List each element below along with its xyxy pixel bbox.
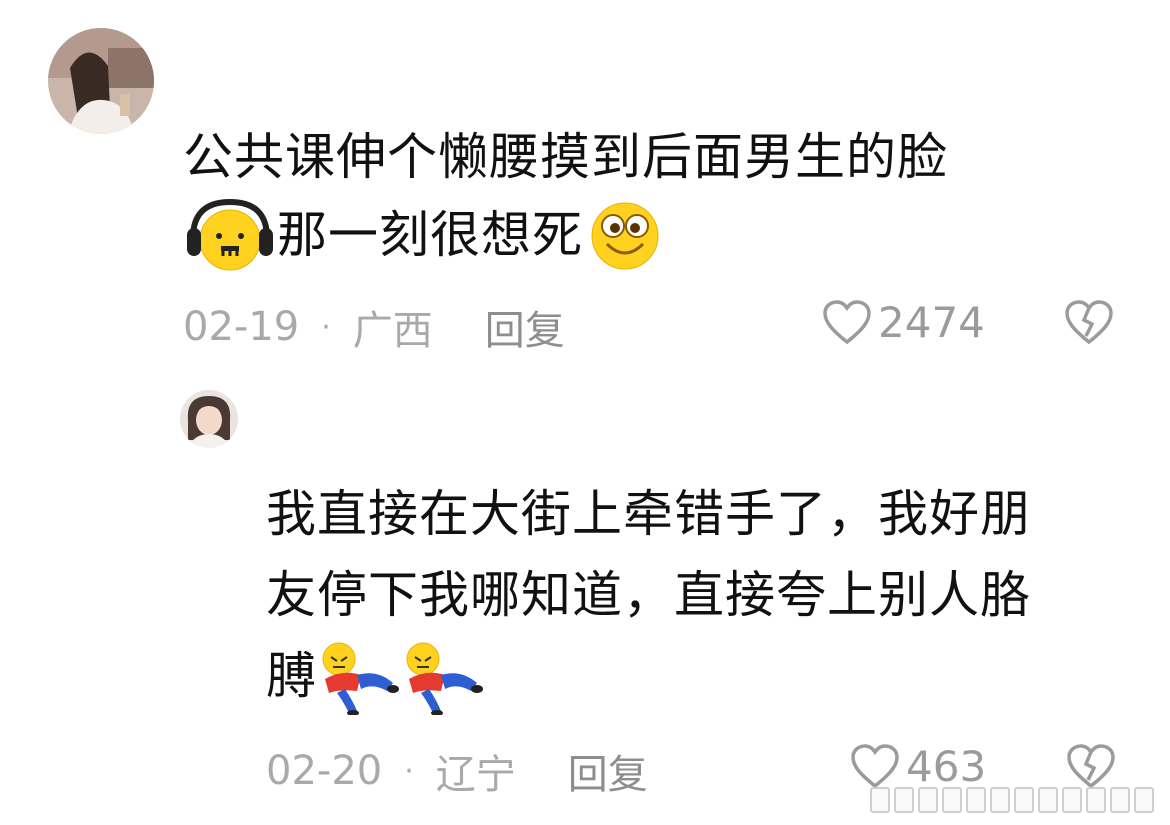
comment-2-location: 辽宁 [435, 752, 516, 798]
avatar-image [180, 390, 238, 448]
broken-heart-icon [1067, 744, 1115, 789]
lying-down-emoji-icon [401, 639, 485, 716]
headphones-face-emoji-icon [183, 198, 277, 272]
comment-1-line-1: 公共课伸个懒腰摸到后面男生的脸 [183, 128, 948, 186]
comment-1-location: 广西 [352, 308, 433, 354]
comment-2-meta: 02-20 · 辽宁 回复 [266, 742, 648, 800]
comment-1-like-count: 2474 [878, 298, 985, 347]
comment-2-line-3: 膊 [266, 636, 1146, 717]
comment-1-line-2: 那一刻很想死 [183, 196, 1083, 274]
comment-1-reply-button[interactable]: 回复 [485, 298, 565, 356]
comment-1-text: 公共课伸个懒腰摸到后面男生的脸 那一刻很想死 [183, 118, 1083, 274]
comment-1-date: 02-19 [183, 304, 300, 350]
avatar-user-1[interactable] [48, 28, 154, 134]
avatar-user-2[interactable] [180, 390, 238, 448]
comment-2-reply-button[interactable]: 回复 [568, 742, 648, 800]
watermark-logo [870, 787, 1154, 813]
comment-2-like-count: 463 [906, 742, 987, 791]
lying-down-emoji-icon [317, 639, 401, 716]
comment-2-line-3-text: 膊 [266, 647, 317, 705]
comment-2-like-button[interactable]: 463 [850, 742, 986, 791]
avatar-image [48, 28, 154, 134]
heart-outline-icon [851, 743, 899, 788]
comment-2-line-1: 我直接在大街上牵错手了，我好朋 [266, 485, 1031, 543]
comment-1-line-2-text: 那一刻很想死 [277, 206, 583, 264]
comment-1-meta: 02-19 · 广西 回复 [183, 298, 565, 356]
meta-separator: · [404, 753, 414, 789]
heart-outline-icon [823, 299, 871, 344]
comment-1-like-button[interactable]: 2474 [822, 298, 985, 347]
comment-2-text: 我直接在大街上牵错手了，我好朋 友停下我哪知道，直接夸上别人胳 膊 [266, 474, 1146, 717]
comment-2-date: 02-20 [266, 748, 383, 794]
comment-1-dislike-button[interactable] [1064, 300, 1114, 350]
comment-2-line-2: 友停下我哪知道，直接夸上别人胳 [266, 566, 1031, 624]
meta-separator: · [321, 309, 331, 345]
grinning-face-emoji-icon [585, 198, 665, 272]
broken-heart-icon [1065, 300, 1113, 345]
